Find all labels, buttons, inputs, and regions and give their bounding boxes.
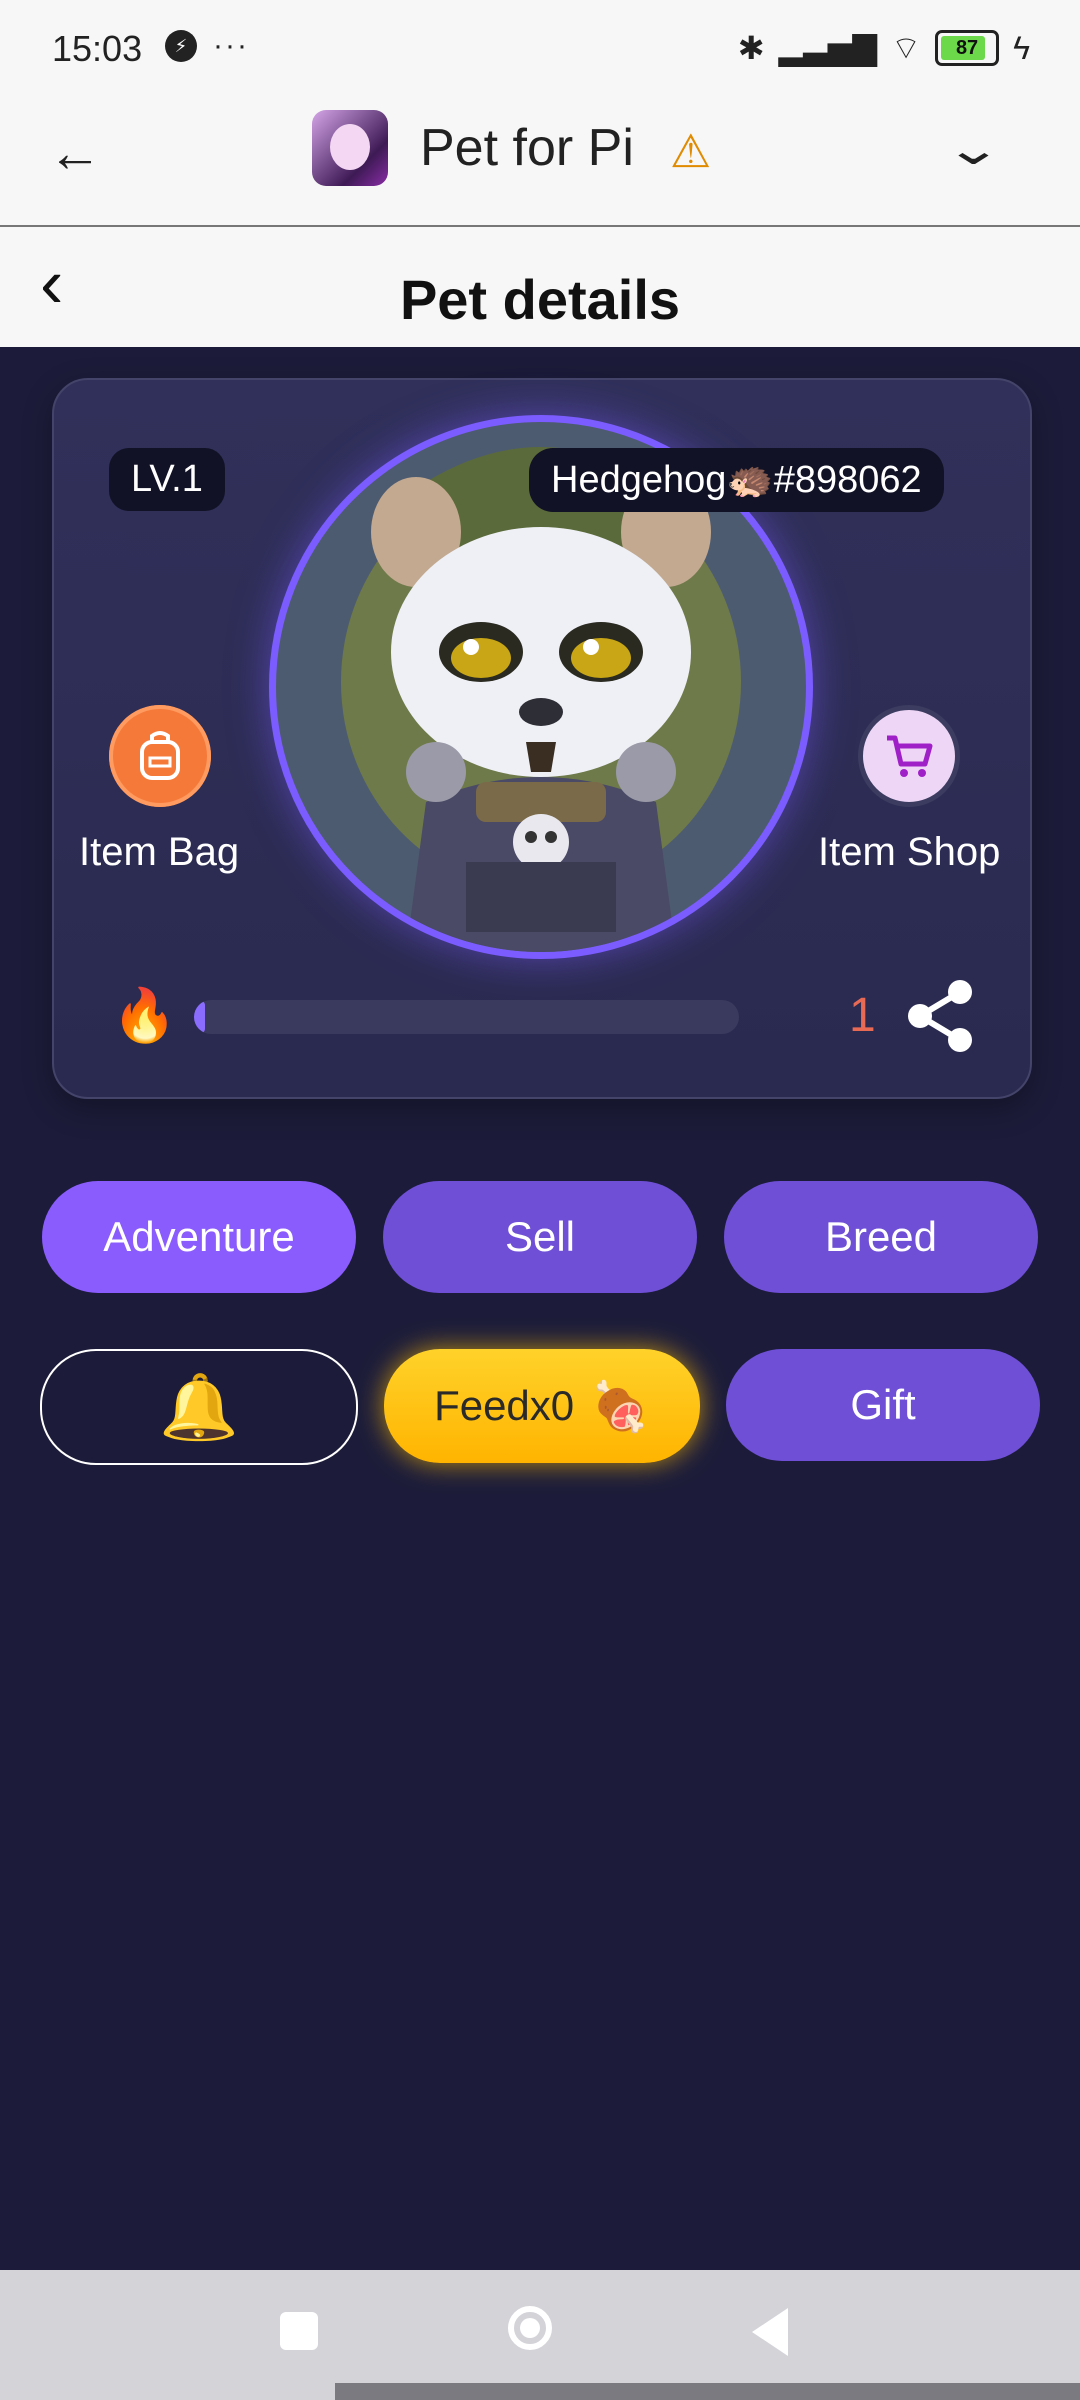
system-nav-bar	[0, 2270, 1080, 2400]
level-badge: LV.1	[109, 448, 225, 511]
pet-progress-fill	[194, 1000, 205, 1034]
adventure-button[interactable]: Adventure	[42, 1181, 356, 1293]
breed-button[interactable]: Breed	[724, 1181, 1038, 1293]
battery-level: 87	[955, 36, 979, 59]
status-time: 15:03	[52, 28, 143, 69]
share-icon[interactable]	[902, 976, 982, 1056]
cart-icon	[887, 735, 933, 777]
pet-progress-bar	[194, 1000, 739, 1034]
item-shop-button[interactable]	[858, 705, 960, 807]
item-bag-button[interactable]	[109, 705, 211, 807]
feed-label: Feedx0	[434, 1382, 575, 1429]
back-arrow-icon[interactable]: ←	[48, 122, 102, 184]
pet-name-badge: Hedgehog🦔#898062	[529, 448, 944, 512]
status-bar: 15:03 ⚡ ··· ✱ ▂▃▅▇ ⌔ 87 ϟ	[0, 0, 1080, 100]
status-notification-icons: ⚡ ···	[165, 30, 249, 62]
share-count: 1	[849, 989, 876, 1042]
bell-icon: 🔔	[159, 1370, 239, 1443]
app-header: ← Pet for Pi ⚠ ⌄	[0, 100, 1080, 227]
sell-button[interactable]: Sell	[383, 1181, 697, 1293]
status-system-icons: ✱ ▂▃▅▇ ⌔ 87 ϟ	[738, 28, 1030, 68]
messenger-icon: ⚡	[165, 30, 197, 62]
gift-button[interactable]: Gift	[726, 1349, 1040, 1461]
recent-apps-button[interactable]	[280, 2312, 318, 2350]
fire-icon: 🔥	[112, 987, 177, 1045]
home-button[interactable]	[508, 2306, 552, 2350]
system-back-button[interactable]	[752, 2308, 788, 2356]
page-title: Pet details	[399, 268, 681, 331]
warning-icon[interactable]: ⚠	[670, 124, 711, 178]
feed-button[interactable]: Feedx0 🍖	[384, 1349, 700, 1463]
charging-icon: ϟ	[1013, 29, 1030, 66]
chevron-down-icon[interactable]: ⌄	[944, 124, 1003, 175]
backpack-icon	[140, 731, 180, 780]
item-shop-label[interactable]: Item Shop	[818, 830, 1000, 875]
signal-icon: ▂▃▅▇	[778, 30, 877, 66]
app-logo	[312, 110, 388, 186]
item-bag-label[interactable]: Item Bag	[79, 830, 239, 875]
bluetooth-icon: ✱	[737, 30, 765, 66]
battery-icon: 87	[935, 30, 1000, 66]
meat-icon: 🍖	[590, 1380, 650, 1434]
page-header: ‹ Pet details	[0, 227, 1080, 347]
nav-indicator	[335, 2383, 1080, 2400]
wifi-icon: ⌔	[890, 30, 922, 66]
app-title: Pet for Pi	[420, 119, 634, 177]
pet-card: LV.1 Hedgehog🦔#898062 Item Bag Item Shop…	[52, 378, 1032, 1099]
notification-button[interactable]: 🔔	[40, 1349, 358, 1465]
more-dots-icon: ···	[213, 29, 249, 62]
